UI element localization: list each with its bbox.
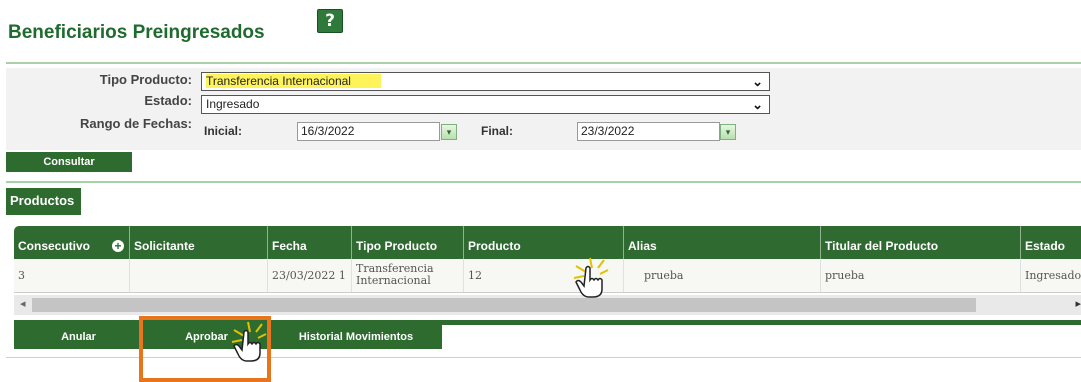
- cell-estado: Ingresado: [1025, 269, 1081, 282]
- inicial-label: Inicial:: [204, 124, 243, 138]
- tipo-producto-value: Transferencia Internacional: [206, 74, 381, 88]
- final-date-input[interactable]: 23/3/2022: [577, 122, 720, 141]
- help-icon[interactable]: ?: [317, 9, 343, 33]
- column-header[interactable]: Tipo Producto: [352, 226, 464, 259]
- tipo-producto-select[interactable]: Transferencia Internacional ⌄: [201, 72, 770, 91]
- products-grid: Consecutivo + Solicitante Fecha Tipo Pro…: [14, 226, 1081, 326]
- horizontal-scrollbar[interactable]: ◂ ▸: [14, 295, 1081, 315]
- scroll-thumb[interactable]: [32, 298, 976, 312]
- table-row[interactable]: 3 23/03/2022 1 Transferencia Internacion…: [14, 259, 1081, 293]
- cell-alias: prueba: [624, 259, 821, 292]
- calendar-icon[interactable]: ▾: [720, 124, 736, 140]
- calendar-icon[interactable]: ▾: [441, 124, 457, 140]
- estado-select[interactable]: Ingresado ⌄: [201, 95, 770, 114]
- tipo-producto-label: Tipo Producto:: [99, 72, 192, 87]
- grid-header: Consecutivo + Solicitante Fecha Tipo Pro…: [14, 226, 1081, 259]
- tab-productos[interactable]: Productos: [6, 188, 81, 215]
- estado-label: Estado:: [144, 93, 192, 108]
- column-header[interactable]: Titular del Producto: [821, 226, 1021, 259]
- column-header[interactable]: Solicitante: [130, 226, 268, 259]
- cell-consecutivo: 3: [14, 259, 130, 292]
- hand-cursor-icon: [231, 321, 267, 362]
- rango-fechas-label: Rango de Fechas:: [80, 116, 192, 131]
- top-divider: [6, 62, 1081, 64]
- hand-cursor-icon: [573, 257, 609, 298]
- scroll-left-icon[interactable]: ◂: [20, 297, 26, 310]
- column-header[interactable]: Alias: [624, 226, 821, 259]
- cell-solicitante: [130, 259, 268, 292]
- column-header[interactable]: Fecha: [268, 226, 352, 259]
- cell-tipo-producto: Transferencia Internacional: [352, 259, 464, 292]
- scroll-right-icon[interactable]: ▸: [1075, 297, 1081, 310]
- column-header[interactable]: Estado: [1021, 226, 1081, 259]
- inicial-date-input[interactable]: 16/3/2022: [297, 122, 440, 141]
- cell-titular: prueba: [821, 259, 1021, 292]
- consultar-button[interactable]: Consultar: [6, 152, 133, 172]
- page-title: Beneficiarios Preingresados: [8, 22, 265, 43]
- historial-movimientos-button[interactable]: Historial Movimientos: [270, 325, 443, 349]
- mid-divider: [6, 181, 1081, 183]
- chevron-down-icon: ⌄: [752, 74, 763, 89]
- final-label: Final:: [481, 124, 513, 138]
- cell-fecha: 23/03/2022 1: [268, 259, 352, 292]
- estado-value: Ingresado: [206, 97, 260, 111]
- chevron-down-icon: ⌄: [752, 97, 763, 112]
- anular-button[interactable]: Anular: [14, 325, 144, 349]
- add-icon[interactable]: +: [112, 240, 124, 252]
